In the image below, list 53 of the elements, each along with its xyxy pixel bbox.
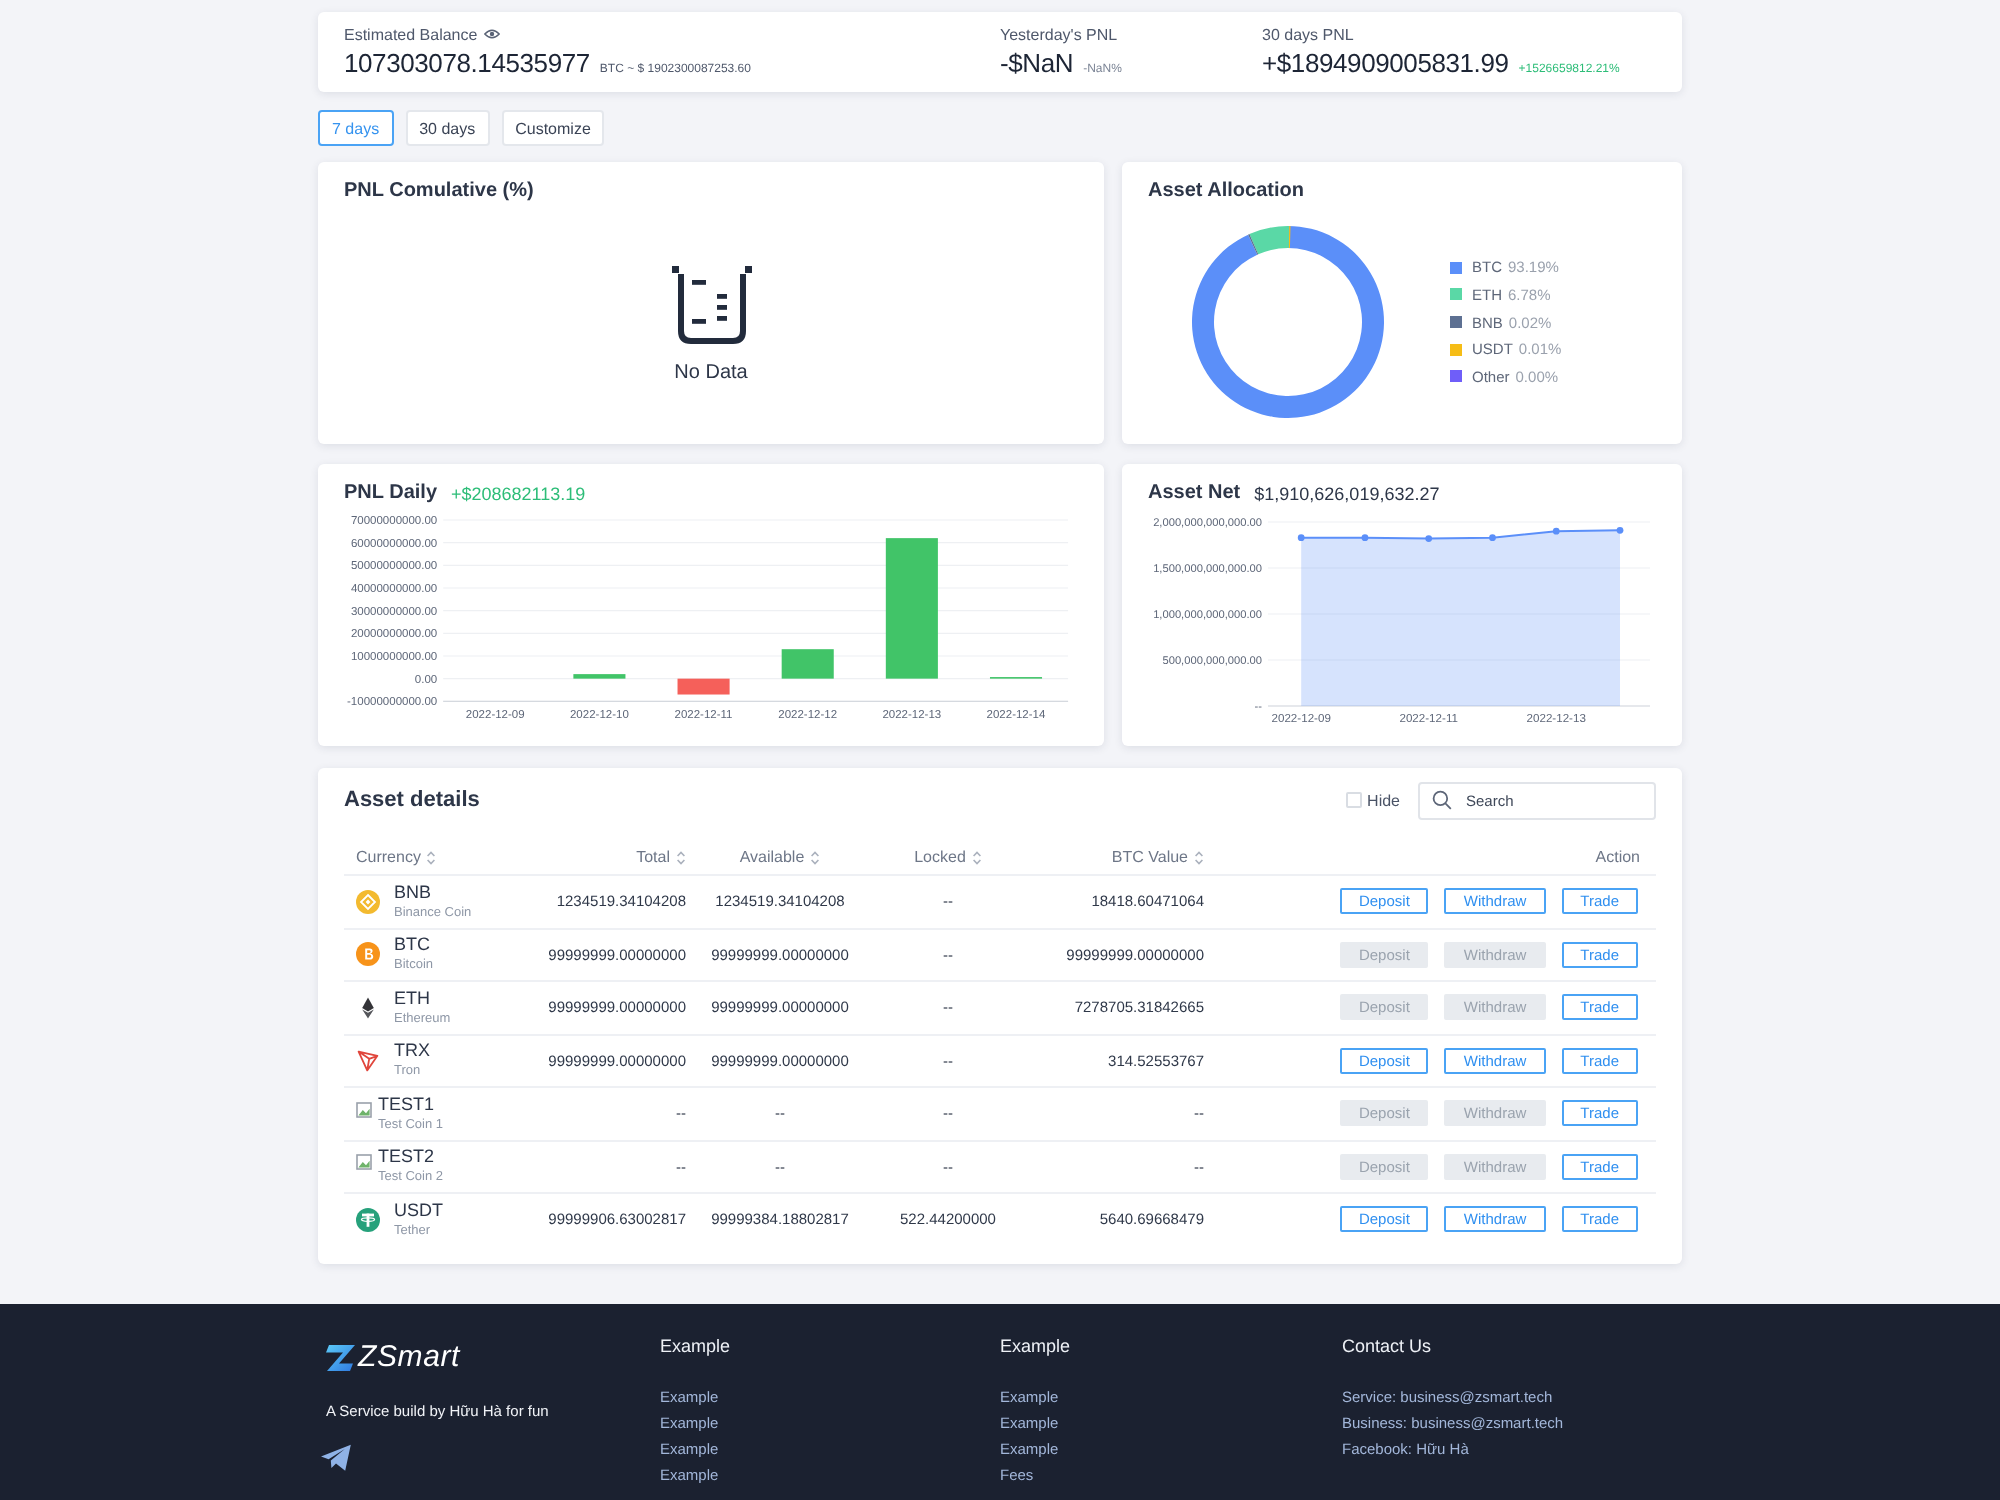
footer-heading: Example (1000, 1334, 1071, 1358)
sort-icon[interactable] (426, 849, 437, 865)
ethereum-icon (356, 995, 380, 1020)
tether-icon (356, 1207, 380, 1232)
bitcoin-icon (356, 942, 380, 967)
broken-image-icon (356, 1101, 372, 1118)
sort-icon[interactable] (676, 849, 686, 865)
card-title: Asset Allocation (1148, 180, 1304, 204)
logo-icon (326, 1344, 356, 1372)
broken-image-icon (356, 1154, 372, 1171)
column-header[interactable]: Currency (356, 848, 421, 866)
tron-icon (356, 1048, 380, 1073)
coin-symbol: TEST2 (378, 1146, 435, 1169)
range-tab[interactable]: 30 days (405, 110, 490, 146)
eye-icon[interactable] (483, 28, 500, 40)
empty-text: No Data (674, 362, 748, 386)
search-icon (1432, 790, 1452, 810)
column-header[interactable]: Total (636, 848, 670, 866)
checkbox-label[interactable]: Hide (1367, 791, 1400, 809)
coin-symbol: BNB (394, 881, 432, 904)
sort-icon[interactable] (810, 849, 821, 865)
stat-label: Estimated Balance (344, 23, 478, 45)
paper-plane-icon[interactable] (320, 1444, 352, 1472)
footer-heading: Contact Us (1342, 1334, 1432, 1358)
stat-value: +$1894909005831.99 (1262, 45, 1509, 81)
card-total: $1,910,626,019,632.27 (1254, 482, 1440, 506)
coin-symbol: TRX (394, 1040, 430, 1063)
empty-state-icon (671, 266, 751, 346)
column-header[interactable]: Available (739, 848, 805, 866)
stat-value: 107303078.14535977 (344, 45, 590, 81)
card-total: +$208682113.19 (451, 482, 586, 506)
stat-value: -$NaN (1000, 45, 1074, 81)
column-header[interactable]: Locked (914, 848, 966, 866)
binance-coin-icon (356, 889, 380, 914)
coin-symbol: BTC (394, 934, 430, 957)
column-header[interactable]: BTC Value (1111, 848, 1188, 866)
card-title: Asset details (344, 788, 480, 812)
footer-heading: Example (660, 1334, 731, 1358)
card-title: PNL Daily (344, 482, 437, 506)
stat-label: Yesterday's PNL (1000, 23, 1118, 45)
checkbox[interactable] (1345, 792, 1362, 808)
range-tab[interactable]: Customize (501, 110, 605, 146)
stat-label: 30 days PNL (1262, 23, 1354, 45)
range-tab[interactable]: 7 days (318, 110, 394, 146)
logo-text: ZSmart (358, 1342, 460, 1374)
column-header: Action (1595, 848, 1640, 866)
coin-symbol: ETH (394, 987, 430, 1010)
coin-symbol: USDT (394, 1199, 443, 1222)
card-title: PNL Comulative (%) (344, 180, 534, 204)
card-title: Asset Net (1148, 482, 1241, 506)
coin-symbol: TEST1 (378, 1093, 435, 1116)
sort-icon[interactable] (971, 849, 982, 865)
sort-icon[interactable] (1194, 849, 1204, 865)
